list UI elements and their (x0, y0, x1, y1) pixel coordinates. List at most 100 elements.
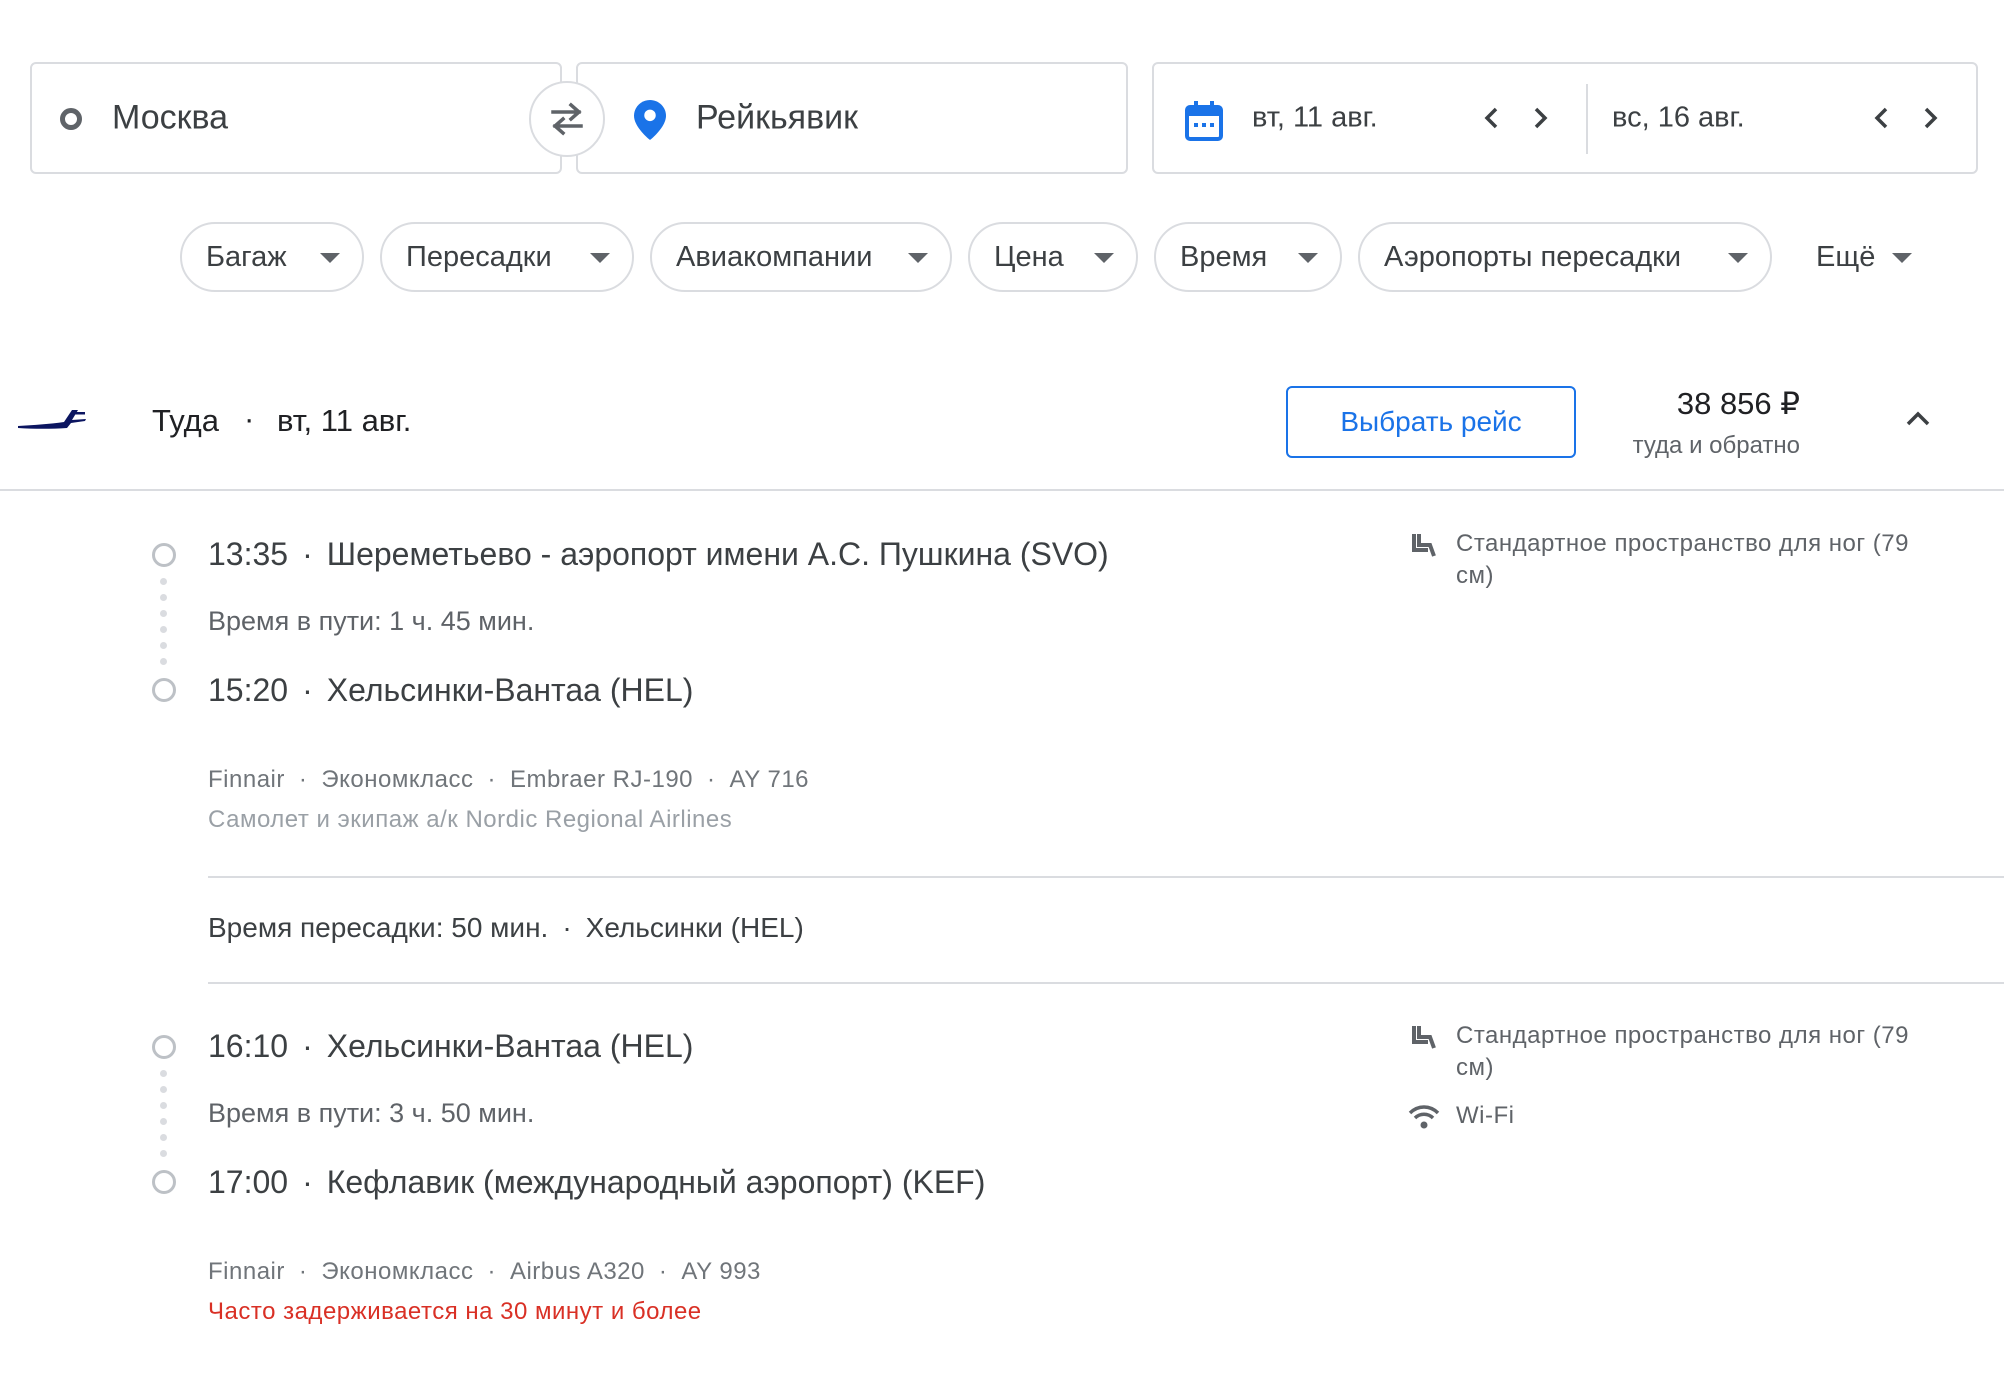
depart-time: 16:10 (208, 1028, 289, 1064)
direction-date: вт, 11 авг. (277, 403, 412, 438)
swap-arrows-icon (551, 102, 583, 136)
segment-2-duration: Время в пути: 3 ч. 50 мин. (208, 1098, 535, 1128)
timeline-dot (160, 1102, 167, 1109)
chevron-up-icon (1906, 411, 1930, 426)
layover-divider-top (208, 876, 2004, 878)
filter-chip-label: Авиакомпании (676, 240, 873, 273)
timeline-arrive-circle (152, 678, 176, 702)
timeline-dot (160, 594, 167, 601)
finnair-logo-icon (16, 406, 86, 435)
price-note: туда и обратно (1632, 432, 1800, 459)
chevron-left-icon (1874, 107, 1888, 129)
segment-2-legroom: Стандартное пространство для ног (79 см) (1456, 1022, 1909, 1081)
filter-chip-more[interactable]: Ещё (1790, 222, 1936, 292)
segment-1-operator-note: Самолет и экипаж а/к Nordic Regional Air… (208, 806, 733, 833)
collapse-button[interactable] (1904, 406, 1936, 434)
aircraft: Airbus A320 (509, 1258, 645, 1285)
arrive-airport: Кефлавик (международный аэропорт) (KEF) (326, 1164, 986, 1200)
origin-text: Москва (112, 98, 229, 137)
filter-chip-label: Пересадки (406, 240, 552, 273)
seat-icon (1410, 532, 1438, 565)
calendar-icon (1184, 100, 1224, 147)
filter-chip-airlines[interactable]: Авиакомпании (650, 222, 952, 292)
origin-circle-icon (60, 108, 82, 130)
filter-chip-price[interactable]: Цена (968, 222, 1138, 292)
filter-chip-label: Багаж (206, 240, 287, 273)
chevron-left-icon (1484, 107, 1498, 129)
location-pin-icon (634, 100, 666, 145)
caret-down-icon (590, 253, 610, 263)
price-value: 38 856 ₽ (1676, 386, 1800, 421)
timeline-dot (160, 1150, 167, 1157)
arrive-time: 17:00 (208, 1164, 289, 1200)
return-prev-button[interactable] (1864, 100, 1900, 136)
segment-1-legroom: Стандартное пространство для ног (79 см) (1456, 530, 1909, 589)
dates-field[interactable]: вт, 11 авг. вс, 16 авг. (1152, 62, 1978, 174)
flight-number: AY 716 (729, 766, 810, 793)
header-divider (0, 489, 2004, 491)
segment-1-details: Finnair · Экономкласс · Embraer RJ-190 · AY 71… (208, 766, 810, 793)
flight-number: AY 993 (681, 1258, 761, 1285)
segment-2-details: Finnair · Экономкласс · Airbus A320 · AY 993 (208, 1258, 761, 1285)
airline: Finnair (208, 766, 285, 793)
filter-chip-label: Ещё (1816, 240, 1876, 273)
depart-airport: Шереметьево - аэропорт имени А.С. Пушкин… (326, 536, 1109, 572)
caret-down-icon (1728, 253, 1748, 263)
segment-2-wifi: Wi-Fi (1456, 1102, 1515, 1129)
chevron-right-icon (1534, 107, 1548, 129)
layover-divider-bottom (208, 982, 2004, 984)
wifi-icon (1408, 1104, 1440, 1135)
caret-down-icon (1094, 253, 1114, 263)
return-next-button[interactable] (1912, 100, 1948, 136)
swap-button[interactable] (529, 81, 605, 157)
timeline-dot (160, 658, 167, 665)
filter-chip-label: Цена (994, 240, 1064, 273)
destination-text: Рейкьявик (696, 98, 859, 137)
caret-down-icon (320, 253, 340, 263)
layover-airport: Хельсинки (HEL) (585, 912, 804, 943)
direction-label: Туда (152, 403, 219, 438)
segment-1-arrival: 15:20 · Хельсинки-Вантаа (HEL) (208, 672, 694, 708)
timeline-depart-circle (152, 1035, 176, 1059)
caret-down-icon (908, 253, 928, 263)
destination-field[interactable]: Рейкьявик (576, 62, 1128, 174)
cabin-class: Экономкласс (321, 766, 474, 793)
seat-icon (1410, 1024, 1438, 1057)
timeline-dot (160, 1086, 167, 1093)
filter-chip-connecting-airports[interactable]: Аэропорты пересадки (1358, 222, 1772, 292)
segment-1-duration: Время в пути: 1 ч. 45 мин. (208, 606, 535, 636)
origin-field[interactable]: Москва (30, 62, 562, 174)
timeline-dot (160, 1134, 167, 1141)
arrive-airport: Хельсинки-Вантаа (HEL) (326, 672, 694, 708)
timeline-arrive-circle (152, 1170, 176, 1194)
timeline-dot (160, 610, 167, 617)
filter-chip-label: Время (1180, 240, 1268, 273)
arrive-time: 15:20 (208, 672, 289, 708)
depart-next-button[interactable] (1522, 100, 1558, 136)
layover-duration: Время пересадки: 50 мин. (208, 912, 549, 943)
depart-prev-button[interactable] (1474, 100, 1510, 136)
segment-2-departure: 16:10 · Хельсинки-Вантаа (HEL) (208, 1028, 694, 1064)
timeline-dot (160, 578, 167, 585)
filter-chip-stops[interactable]: Пересадки (380, 222, 634, 292)
aircraft: Embraer RJ-190 (509, 766, 694, 793)
depart-date-text: вт, 11 авг. (1252, 101, 1378, 134)
caret-down-icon (1298, 253, 1318, 263)
header-separator: · (244, 401, 255, 436)
airline: Finnair (208, 1258, 285, 1285)
segment-2-delay-warning: Часто задерживается на 30 минут и более (208, 1298, 702, 1325)
filter-chip-baggage[interactable]: Багаж (180, 222, 364, 292)
depart-airport: Хельсинки-Вантаа (HEL) (326, 1028, 694, 1064)
filter-chip-time[interactable]: Время (1154, 222, 1342, 292)
return-date-text: вс, 16 авг. (1612, 101, 1745, 134)
filter-chip-label: Аэропорты пересадки (1384, 240, 1682, 273)
select-flight-button[interactable]: Выбрать рейс (1286, 386, 1576, 458)
chevron-right-icon (1924, 107, 1938, 129)
cabin-class: Экономкласс (321, 1258, 474, 1285)
date-divider (1586, 84, 1588, 154)
layover-info: Время пересадки: 50 мин. · Хельсинки (HEL) (208, 912, 804, 943)
timeline-dot (160, 1070, 167, 1077)
segment-1-departure: 13:35 · Шереметьево - аэропорт имени А.С. … (208, 536, 1109, 572)
timeline-depart-circle (152, 543, 176, 567)
caret-down-icon (1892, 253, 1912, 263)
